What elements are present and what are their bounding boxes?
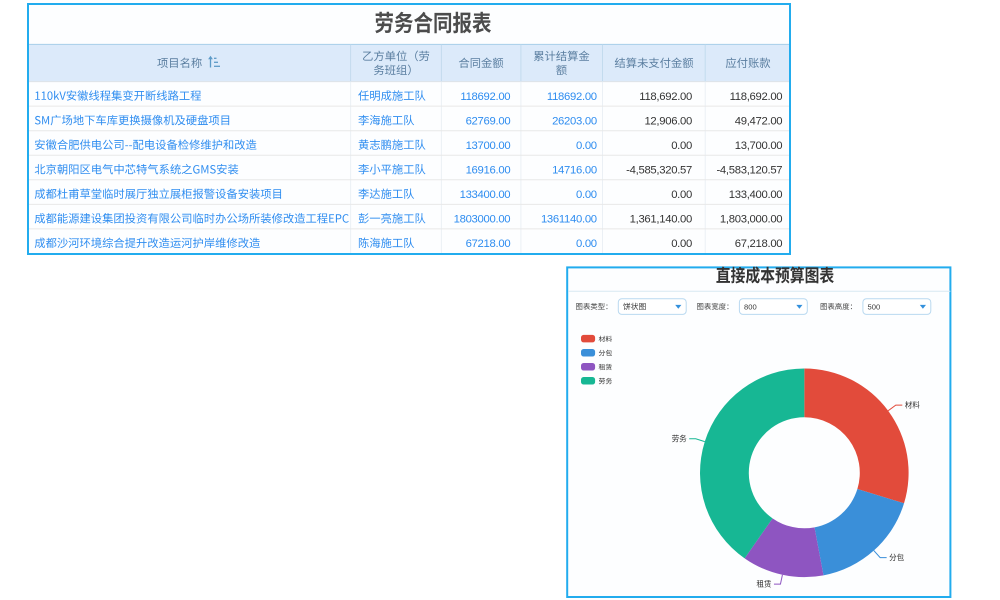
svg-text:118692.00: 118692.00 [547, 91, 597, 103]
svg-text:0.00: 0.00 [576, 140, 597, 152]
svg-text:1803000.00: 1803000.00 [454, 214, 511, 226]
svg-text:26203.00: 26203.00 [552, 115, 597, 127]
svg-text:67,218.00: 67,218.00 [735, 238, 783, 250]
svg-text:118692.00: 118692.00 [460, 91, 510, 103]
svg-text:49,472.00: 49,472.00 [735, 115, 783, 127]
svg-text:0.00: 0.00 [671, 238, 692, 250]
svg-text:62769.00: 62769.00 [466, 115, 511, 127]
svg-text:-4,585,320.57: -4,585,320.57 [626, 164, 692, 176]
svg-text:133,400.00: 133,400.00 [729, 189, 783, 201]
svg-text:0.00: 0.00 [576, 238, 597, 250]
svg-text:133400.00: 133400.00 [460, 189, 511, 201]
svg-text:16916.00: 16916.00 [466, 164, 511, 176]
svg-text:-4,583,120.57: -4,583,120.57 [716, 164, 782, 176]
svg-text:500: 500 [868, 302, 881, 311]
svg-text:14716.00: 14716.00 [552, 164, 597, 176]
svg-text:800: 800 [744, 302, 757, 311]
svg-text:12,906.00: 12,906.00 [644, 115, 692, 127]
svg-text:0.00: 0.00 [576, 189, 597, 201]
svg-text:0.00: 0.00 [671, 189, 692, 201]
svg-text:13,700.00: 13,700.00 [735, 140, 783, 152]
svg-text:1,803,000.00: 1,803,000.00 [720, 214, 782, 226]
svg-text:0.00: 0.00 [671, 140, 692, 152]
svg-text:1361140.00: 1361140.00 [541, 214, 597, 226]
svg-text:13700.00: 13700.00 [466, 140, 511, 152]
svg-text:67218.00: 67218.00 [466, 238, 511, 250]
svg-text:1,361,140.00: 1,361,140.00 [630, 214, 692, 226]
svg-text:118,692.00: 118,692.00 [639, 91, 692, 103]
svg-text:118,692.00: 118,692.00 [730, 91, 783, 103]
